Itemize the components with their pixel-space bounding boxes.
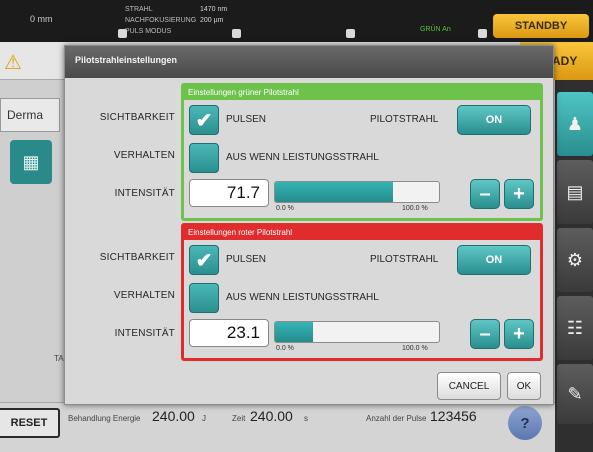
reset-button[interactable]: RESET bbox=[0, 408, 60, 438]
green-status: GRÜN An bbox=[420, 26, 451, 33]
intensity-label-red: INTENSITÄT bbox=[114, 328, 175, 339]
behavior-label-green: VERHALTEN bbox=[113, 150, 175, 161]
green-minus-button[interactable]: – bbox=[470, 179, 500, 209]
green-slider-fill bbox=[275, 182, 393, 202]
green-plus-button[interactable]: + bbox=[504, 179, 534, 209]
green-pilot-on-button[interactable]: ON bbox=[457, 105, 531, 135]
red-slider-min: 0.0 % bbox=[276, 345, 294, 352]
red-slider-fill bbox=[275, 322, 313, 342]
status-square bbox=[478, 29, 487, 38]
red-intensity-value[interactable]: 23.1 bbox=[189, 319, 269, 347]
green-behavior-checkbox[interactable] bbox=[189, 143, 219, 173]
red-pilot-section: Einstellungen roter Pilotstrahl ✔ PULSEN… bbox=[181, 223, 543, 361]
top-status-bar: 0 mm STRAHL NACHFOKUSIERUNG PULS MODUS 1… bbox=[0, 0, 593, 42]
tools-icon[interactable]: ✎ bbox=[557, 364, 593, 424]
red-behavior-checkbox[interactable] bbox=[189, 283, 219, 313]
energy-value: 240.00 bbox=[152, 408, 195, 424]
distance-readout: 0 mm bbox=[30, 14, 53, 24]
energy-label: Behandlung Energie bbox=[68, 414, 141, 423]
visibility-label-green: SICHTBARKEIT bbox=[99, 112, 175, 123]
red-behavior-label: AUS WENN LEISTUNGSSTRAHL bbox=[226, 292, 379, 303]
topbar-labels: STRAHL NACHFOKUSIERUNG PULS MODUS bbox=[125, 4, 196, 37]
time-unit: s bbox=[304, 414, 308, 423]
pulses-value: 123456 bbox=[430, 408, 477, 424]
red-plus-button[interactable]: + bbox=[504, 319, 534, 349]
standby-button[interactable]: STANDBY bbox=[493, 14, 589, 38]
footswitch-icon[interactable]: ⚙ bbox=[557, 228, 593, 292]
green-behavior-label: AUS WENN LEISTUNGSSTRAHL bbox=[226, 152, 379, 163]
operator-icon[interactable]: ♟ bbox=[557, 92, 593, 156]
green-pulse-label: PULSEN bbox=[226, 114, 267, 125]
red-section-header: Einstellungen roter Pilotstrahl bbox=[184, 226, 540, 240]
status-square bbox=[118, 29, 127, 38]
status-square bbox=[346, 29, 355, 38]
topbar-label-beam: STRAHL bbox=[125, 6, 153, 13]
checkmark-icon: ✔ bbox=[195, 109, 213, 132]
topbar-label-pulse-mode: PULS MODUS bbox=[125, 28, 172, 35]
topbar-label-refocus: NACHFOKUSIERUNG bbox=[125, 17, 197, 24]
green-slider-max: 100.0 % bbox=[402, 205, 428, 212]
time-label: Zeit bbox=[232, 414, 246, 423]
pulses-label: Anzahl der Pulse bbox=[366, 414, 427, 423]
behavior-label-red: VERHALTEN bbox=[113, 290, 175, 301]
visibility-label-red: SICHTBARKEIT bbox=[99, 252, 175, 263]
warning-icon: ⚠ bbox=[4, 52, 22, 74]
red-minus-button[interactable]: – bbox=[470, 319, 500, 349]
green-pulse-checkbox[interactable]: ✔ bbox=[189, 105, 219, 135]
time-value: 240.00 bbox=[250, 408, 293, 424]
green-intensity-value[interactable]: 71.7 bbox=[189, 179, 269, 207]
topbar-values: 1470 nm 200 µm bbox=[200, 4, 227, 26]
book-icon[interactable]: ▤ bbox=[557, 160, 593, 224]
topbar-value-wavelength: 1470 nm bbox=[200, 6, 228, 13]
sliders-icon[interactable]: ☷ bbox=[557, 296, 593, 360]
red-pulse-label: PULSEN bbox=[226, 254, 267, 265]
red-pilot-on-button[interactable]: ON bbox=[457, 245, 531, 275]
status-square bbox=[232, 29, 241, 38]
treatment-icon[interactable]: ▦ bbox=[10, 140, 52, 184]
red-pilot-label: PILOTSTRAHL bbox=[370, 254, 439, 265]
red-intensity-slider[interactable] bbox=[274, 321, 440, 343]
cancel-button[interactable]: CANCEL bbox=[437, 372, 501, 400]
green-pilot-label: PILOTSTRAHL bbox=[370, 114, 439, 125]
red-slider-max: 100.0 % bbox=[402, 345, 428, 352]
help-button[interactable]: ? bbox=[508, 406, 542, 440]
topbar-value-spot: 200 µm bbox=[200, 17, 224, 24]
checkmark-icon: ✔ bbox=[195, 249, 213, 272]
tab-derma[interactable]: Derma bbox=[0, 98, 60, 132]
green-intensity-slider[interactable] bbox=[274, 181, 440, 203]
red-pulse-checkbox[interactable]: ✔ bbox=[189, 245, 219, 275]
green-pilot-section: Einstellungen grüner Pilotstrahl ✔ PULSE… bbox=[181, 83, 543, 221]
ok-button[interactable]: OK bbox=[507, 372, 541, 400]
pilot-beam-settings-dialog: Pilotstrahleinstellungen SICHTBARKEIT VE… bbox=[64, 45, 554, 405]
dialog-title: Pilotstrahleinstellungen bbox=[65, 46, 553, 78]
green-section-header: Einstellungen grüner Pilotstrahl bbox=[184, 86, 540, 100]
green-slider-min: 0.0 % bbox=[276, 205, 294, 212]
energy-unit: J bbox=[202, 414, 206, 423]
intensity-label-green: INTENSITÄT bbox=[114, 188, 175, 199]
